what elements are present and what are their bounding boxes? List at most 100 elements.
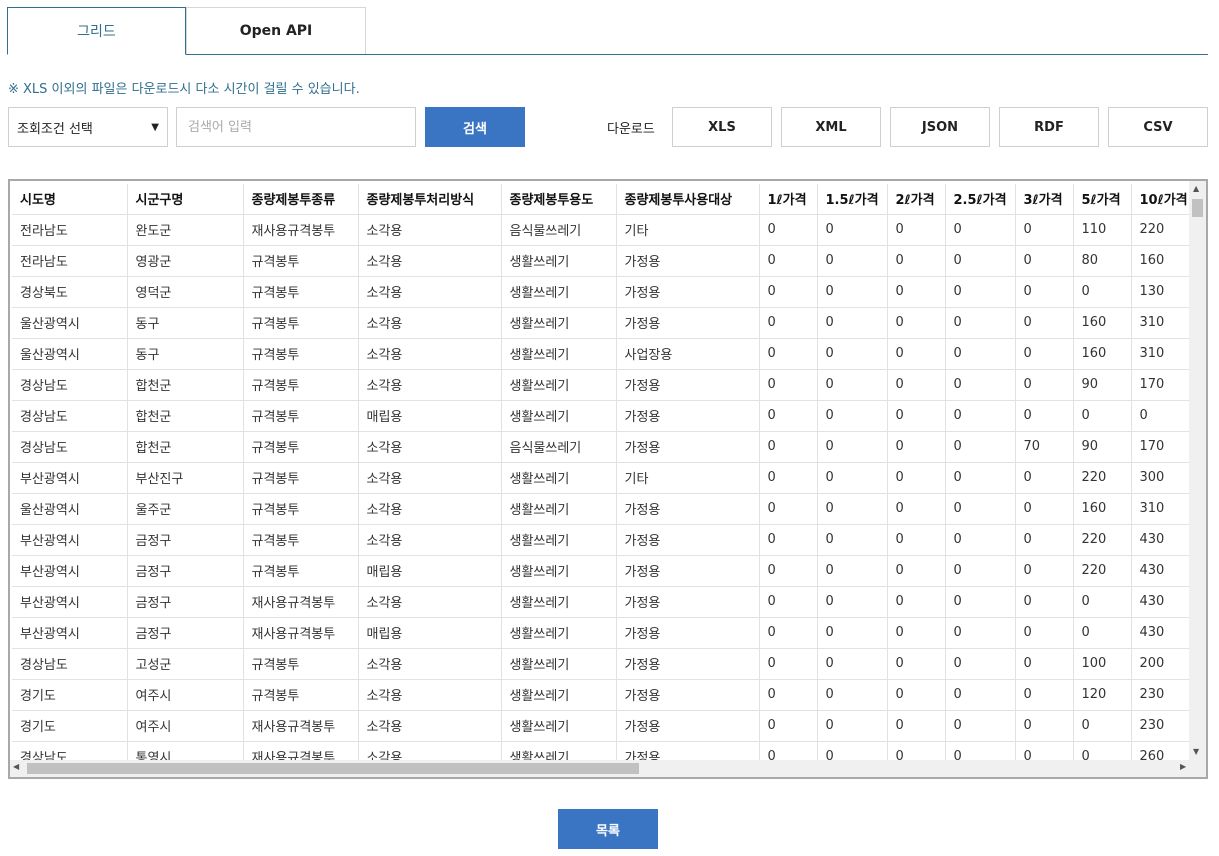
table-cell: 가정용 xyxy=(616,617,760,649)
scroll-right-icon[interactable]: ▶ xyxy=(1180,762,1186,771)
table-cell: 생활쓰레기 xyxy=(501,648,617,680)
table-cell: 소각용 xyxy=(358,462,502,494)
column-header[interactable]: 종량제봉투처리방식 xyxy=(358,184,502,215)
table-cell: 0 xyxy=(759,555,818,587)
table-cell: 0 xyxy=(1015,586,1074,618)
table-cell: 경상남도 xyxy=(12,400,128,432)
table-cell: 170 xyxy=(1131,431,1192,463)
table-row[interactable]: 부산광역시 금정구 재사용규격봉투 매립용 생활쓰레기 가정용 0 0 0 0 0 0 430 xyxy=(12,617,1192,649)
table-cell: 생활쓰레기 xyxy=(501,555,617,587)
scroll-left-icon[interactable]: ◀ xyxy=(13,762,19,771)
scroll-down-icon[interactable]: ▼ xyxy=(1193,747,1199,756)
table-cell: 가정용 xyxy=(616,710,760,742)
download-csv-button[interactable]: CSV xyxy=(1108,107,1208,147)
table-cell: 0 xyxy=(945,493,1016,525)
tab-grid[interactable]: 그리드 xyxy=(7,7,186,55)
column-header[interactable]: 종량제봉투사용대상 xyxy=(616,184,760,215)
table-cell: 0 xyxy=(887,710,946,742)
table-row[interactable]: 부산광역시 금정구 재사용규격봉투 소각용 생활쓰레기 가정용 0 0 0 0 0 0 430 xyxy=(12,586,1192,618)
download-xls-button[interactable]: XLS xyxy=(672,107,772,147)
scroll-up-icon[interactable]: ▲ xyxy=(1193,184,1199,193)
table-cell: 생활쓰레기 xyxy=(501,710,617,742)
table-row[interactable]: 전라남도 영광군 규격봉투 소각용 생활쓰레기 가정용 0 0 0 0 0 80 160 xyxy=(12,245,1192,277)
table-cell: 0 xyxy=(887,307,946,339)
table-cell: 음식물쓰레기 xyxy=(501,214,617,246)
data-grid: 시도명 시군구명 종량제봉투종류 종량제봉투처리방식 종량제봉투용도 종량제봉투사용대상 1… xyxy=(8,179,1208,779)
table-cell: 매립용 xyxy=(358,400,502,432)
column-header[interactable]: 5ℓ가격 xyxy=(1073,184,1132,215)
column-header[interactable]: 2ℓ가격 xyxy=(887,184,946,215)
vertical-scrollbar[interactable]: ▲ ▼ xyxy=(1189,181,1206,761)
table-cell: 430 xyxy=(1131,524,1192,556)
table-cell: 가정용 xyxy=(616,586,760,618)
tab-open-api[interactable]: Open API xyxy=(186,7,366,54)
vertical-scroll-thumb[interactable] xyxy=(1192,199,1203,217)
column-header[interactable]: 3ℓ가격 xyxy=(1015,184,1074,215)
column-header[interactable]: 종량제봉투종류 xyxy=(243,184,359,215)
table-row[interactable]: 경상북도 영덕군 규격봉투 소각용 생활쓰레기 가정용 0 0 0 0 0 0 130 xyxy=(12,276,1192,308)
table-cell: 110 xyxy=(1073,214,1132,246)
table-cell: 소각용 xyxy=(358,710,502,742)
table-cell: 생활쓰레기 xyxy=(501,276,617,308)
table-cell: 0 xyxy=(1073,276,1132,308)
table-row[interactable]: 경기도 여주시 재사용규격봉투 소각용 생활쓰레기 가정용 0 0 0 0 0 0 230 xyxy=(12,710,1192,742)
table-cell: 가정용 xyxy=(616,524,760,556)
table-cell: 재사용규격봉투 xyxy=(243,214,359,246)
table-cell: 130 xyxy=(1131,276,1192,308)
table-cell: 생활쓰레기 xyxy=(501,369,617,401)
download-rdf-button[interactable]: RDF xyxy=(999,107,1099,147)
table-cell: 규격봉투 xyxy=(243,555,359,587)
table-cell: 소각용 xyxy=(358,245,502,277)
search-input[interactable] xyxy=(176,107,416,147)
table-cell: 0 xyxy=(945,586,1016,618)
table-row[interactable]: 울산광역시 울주군 규격봉투 소각용 생활쓰레기 가정용 0 0 0 0 0 160 310 xyxy=(12,493,1192,525)
column-header[interactable]: 시군구명 xyxy=(127,184,244,215)
table-cell: 0 xyxy=(1015,369,1074,401)
table-cell: 규격봉투 xyxy=(243,493,359,525)
table-row[interactable]: 전라남도 완도군 재사용규격봉투 소각용 음식물쓰레기 기타 0 0 0 0 0 110 220 xyxy=(12,214,1192,246)
table-cell: 170 xyxy=(1131,369,1192,401)
column-header[interactable]: 종량제봉투용도 xyxy=(501,184,617,215)
download-json-button[interactable]: JSON xyxy=(890,107,990,147)
column-header[interactable]: 2.5ℓ가격 xyxy=(945,184,1016,215)
table-row[interactable]: 부산광역시 금정구 규격봉투 매립용 생활쓰레기 가정용 0 0 0 0 0 220 430 xyxy=(12,555,1192,587)
table-row[interactable]: 경상남도 합천군 규격봉투 소각용 음식물쓰레기 가정용 0 0 0 0 70 90 170 xyxy=(12,431,1192,463)
table-cell: 소각용 xyxy=(358,679,502,711)
column-header[interactable]: 1.5ℓ가격 xyxy=(817,184,888,215)
table-cell: 0 xyxy=(759,710,818,742)
table-cell: 매립용 xyxy=(358,617,502,649)
table-row[interactable]: 경상남도 고성군 규격봉투 소각용 생활쓰레기 가정용 0 0 0 0 0 100 200 xyxy=(12,648,1192,680)
table-cell: 0 xyxy=(817,369,888,401)
table-cell: 0 xyxy=(759,679,818,711)
column-header[interactable]: 1ℓ가격 xyxy=(759,184,818,215)
table-cell: 310 xyxy=(1131,307,1192,339)
table-cell: 0 xyxy=(817,214,888,246)
table-cell: 규격봉투 xyxy=(243,648,359,680)
table-row[interactable]: 부산광역시 금정구 규격봉투 소각용 생활쓰레기 가정용 0 0 0 0 0 220 430 xyxy=(12,524,1192,556)
table-cell: 규격봉투 xyxy=(243,276,359,308)
chevron-down-icon: ▼ xyxy=(151,121,159,133)
table-cell: 경상남도 xyxy=(12,431,128,463)
table-cell: 규격봉투 xyxy=(243,307,359,339)
table-cell: 0 xyxy=(817,648,888,680)
table-row[interactable]: 경상남도 합천군 규격봉투 소각용 생활쓰레기 가정용 0 0 0 0 0 90 170 xyxy=(12,369,1192,401)
column-header[interactable]: 10ℓ가격 xyxy=(1131,184,1192,215)
table-row[interactable]: 경기도 여주시 규격봉투 소각용 생활쓰레기 가정용 0 0 0 0 0 120 230 xyxy=(12,679,1192,711)
table-row[interactable]: 울산광역시 동구 규격봉투 소각용 생활쓰레기 사업장용 0 0 0 0 0 160 310 xyxy=(12,338,1192,370)
table-cell: 0 xyxy=(887,524,946,556)
search-button[interactable]: 검색 xyxy=(425,107,525,147)
horizontal-scrollbar[interactable]: ◀ ▶ xyxy=(10,760,1206,777)
table-cell: 90 xyxy=(1073,369,1132,401)
horizontal-scroll-thumb[interactable] xyxy=(27,763,639,774)
search-condition-select[interactable]: 조회조건 선택 ▼ xyxy=(8,107,168,147)
table-row[interactable]: 울산광역시 동구 규격봉투 소각용 생활쓰레기 가정용 0 0 0 0 0 160 310 xyxy=(12,307,1192,339)
list-button[interactable]: 목록 xyxy=(558,809,658,849)
table-cell: 0 xyxy=(759,493,818,525)
column-header[interactable]: 시도명 xyxy=(12,184,128,215)
table-row[interactable]: 부산광역시 부산진구 규격봉투 소각용 생활쓰레기 기타 0 0 0 0 0 220 300 xyxy=(12,462,1192,494)
table-row[interactable]: 경상남도 합천군 규격봉투 매립용 생활쓰레기 가정용 0 0 0 0 0 0 0 xyxy=(12,400,1192,432)
table-cell: 0 xyxy=(1015,214,1074,246)
download-xml-button[interactable]: XML xyxy=(781,107,881,147)
table-cell: 160 xyxy=(1131,245,1192,277)
table-cell: 생활쓰레기 xyxy=(501,245,617,277)
